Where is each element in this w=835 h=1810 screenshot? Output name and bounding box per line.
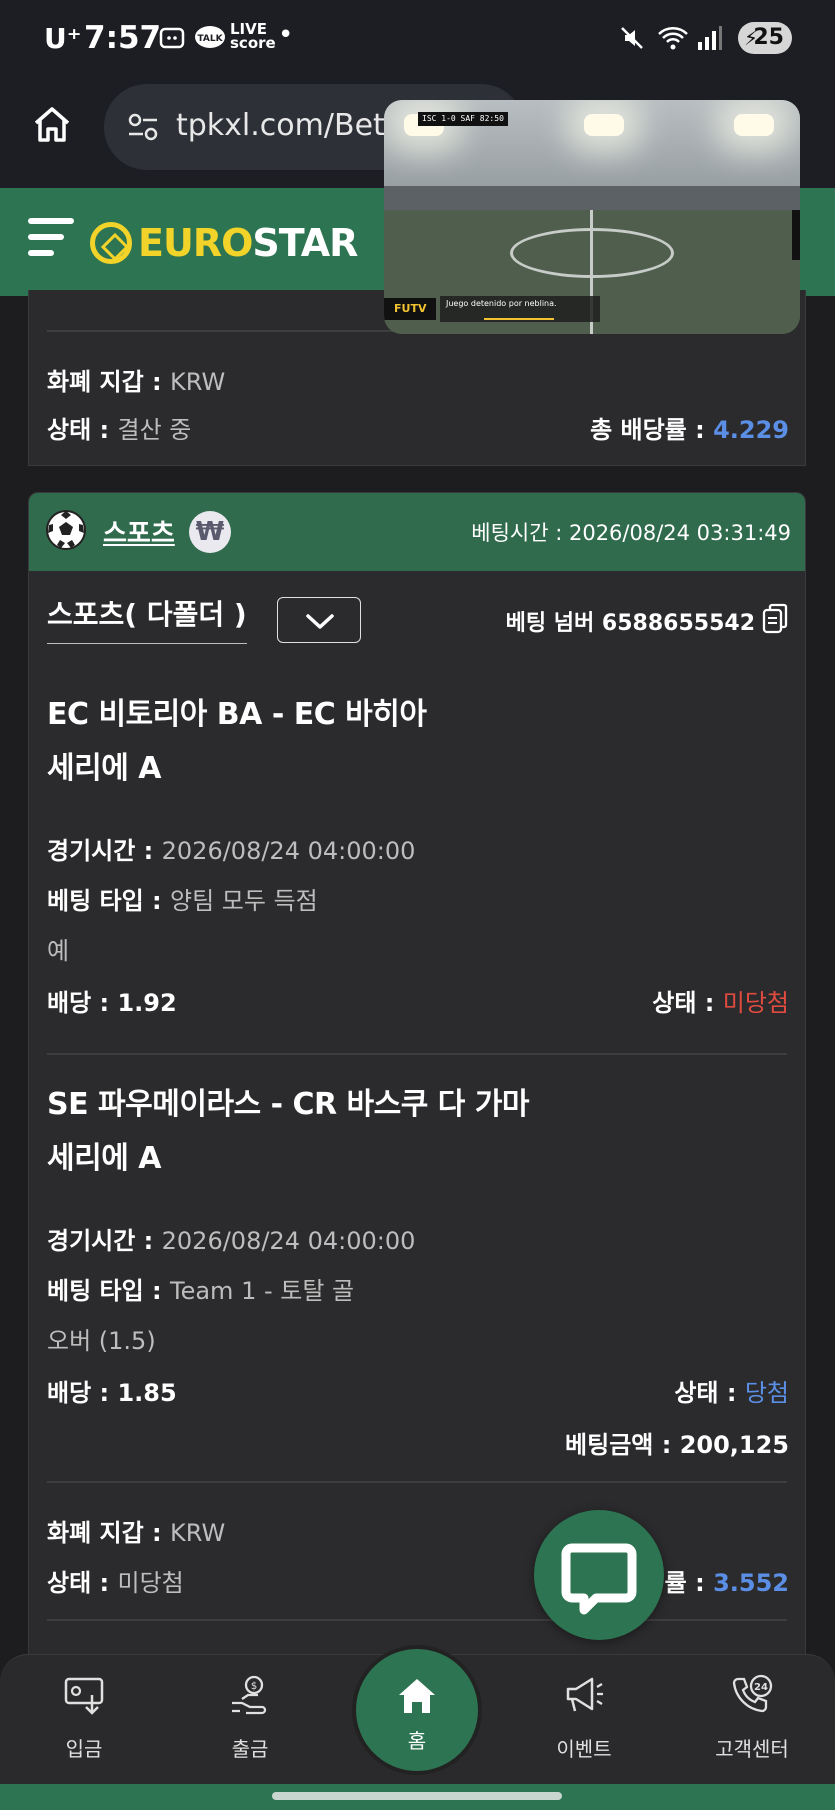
bet-amount-row: 베팅금액 : 200,125 bbox=[565, 1431, 789, 1459]
charging-icon: ⚡ bbox=[744, 26, 759, 50]
home-icon bbox=[34, 107, 70, 142]
logo-text-euro: EURO bbox=[138, 221, 253, 265]
dot-icon: • bbox=[278, 20, 294, 50]
odds-row: 배당 : 1.92 bbox=[47, 989, 177, 1017]
bet-type-row: 베팅 타입 : Team 1 - 토탈 골 bbox=[47, 1277, 355, 1305]
bet-time: 베팅시간 : 2026/08/24 03:31:49 bbox=[471, 521, 791, 545]
svg-text:TALK: TALK bbox=[197, 34, 223, 44]
logo-text-star: STAR bbox=[252, 221, 358, 265]
soccer-ball-icon bbox=[46, 510, 86, 550]
league-name: 세리에 A bbox=[47, 751, 161, 786]
svg-text:24: 24 bbox=[754, 1682, 768, 1693]
currency-row: 화폐 지갑 : KRW bbox=[47, 1519, 226, 1547]
status-time: 7:57 bbox=[84, 20, 162, 56]
nav-label: 고객센터 bbox=[715, 1737, 789, 1761]
league-name: 세리에 A bbox=[47, 1141, 161, 1176]
logo-mark-icon bbox=[90, 222, 132, 264]
nav-label: 이벤트 bbox=[556, 1737, 612, 1761]
system-nav-bar bbox=[0, 1784, 835, 1810]
selection-status-row: 상태 : 당첨 bbox=[674, 1379, 789, 1407]
video-center-circle bbox=[510, 228, 674, 278]
chat-button[interactable] bbox=[534, 1510, 664, 1640]
site-settings-icon[interactable] bbox=[126, 110, 160, 144]
megaphone-icon bbox=[566, 1677, 603, 1712]
selection-status-row: 상태 : 미당첨 bbox=[652, 989, 789, 1017]
nav-home[interactable]: 홈 bbox=[352, 1645, 482, 1775]
currency-row: 화폐 지갑 : KRW bbox=[47, 368, 226, 396]
odds-row: 배당 : 1.85 bbox=[47, 1379, 177, 1407]
nav-events[interactable]: 이벤트 bbox=[524, 1673, 644, 1762]
match-time-row: 경기시간 : 2026/08/24 04:00:00 bbox=[47, 1227, 416, 1255]
video-caption-bar bbox=[484, 318, 554, 320]
chat-bubble-icon bbox=[561, 1543, 637, 1615]
carrier-label: U⁺ bbox=[44, 22, 82, 55]
bet-card: 스포츠 ₩ 베팅시간 : 2026/08/24 03:31:49 스포츠( 다폴… bbox=[28, 492, 806, 1722]
expand-dropdown-button[interactable] bbox=[277, 597, 361, 643]
total-odds-value: 4.229 bbox=[713, 416, 789, 444]
nav-deposit[interactable]: 입금 bbox=[24, 1673, 144, 1762]
bet-number: 베팅 넘버 6588655542 bbox=[505, 611, 755, 636]
total-odds-row: 률 : 3.552 bbox=[664, 1569, 789, 1597]
nav-support[interactable]: 24 고객센터 bbox=[692, 1673, 812, 1762]
video-scorebug: ISC 1-0 SAF 82:50 bbox=[418, 112, 508, 126]
divider bbox=[47, 1481, 787, 1483]
divider bbox=[47, 1053, 787, 1055]
floodlight bbox=[734, 114, 774, 136]
nav-label: 출금 bbox=[231, 1737, 269, 1761]
sports-category-link[interactable]: 스포츠 bbox=[103, 513, 175, 550]
divider bbox=[47, 1619, 787, 1621]
deposit-icon bbox=[64, 1677, 104, 1715]
talk-icon: TALK bbox=[194, 24, 226, 58]
match-title: SE 파우메이라스 - CR 바스쿠 다 가마 bbox=[47, 1087, 530, 1122]
home-icon bbox=[399, 1679, 435, 1713]
pick-row: 예 bbox=[47, 937, 70, 965]
nav-label: 입금 bbox=[65, 1737, 103, 1761]
withdraw-icon: $ bbox=[232, 1675, 267, 1715]
wifi-icon bbox=[656, 24, 690, 58]
bet-card-header: 스포츠 ₩ 베팅시간 : 2026/08/24 03:31:49 bbox=[29, 493, 805, 571]
floodlight bbox=[584, 114, 624, 136]
status-row: 상태 : 결산 중 bbox=[47, 416, 192, 444]
match-time-row: 경기시간 : 2026/08/24 04:00:00 bbox=[47, 837, 416, 865]
mute-icon bbox=[618, 24, 646, 58]
site-logo[interactable]: EURO STAR bbox=[90, 218, 358, 268]
home-indicator[interactable] bbox=[272, 1792, 562, 1800]
menu-icon[interactable] bbox=[28, 218, 76, 264]
status-row: 상태 : 미당첨 bbox=[47, 1569, 184, 1597]
svg-text:$: $ bbox=[251, 1681, 257, 1692]
total-odds-row: 총 배당률 : 4.229 bbox=[590, 416, 789, 444]
battery-indicator: ⚡ 25 bbox=[738, 22, 792, 54]
signal-icon bbox=[696, 24, 722, 58]
video-pip-player[interactable]: ISC 1-0 SAF 82:50 FUTV Juego detenido po… bbox=[384, 100, 800, 334]
livescore-icon: LIVE score bbox=[230, 20, 276, 52]
currency-value: KRW bbox=[170, 368, 226, 396]
status-value: 결산 중 bbox=[117, 416, 192, 444]
bet-type-row: 베팅 타입 : 양팀 모두 득점 bbox=[47, 887, 318, 915]
nav-withdraw[interactable]: $ 출금 bbox=[190, 1673, 310, 1762]
browser-home-button[interactable] bbox=[30, 102, 74, 146]
status-bar: U⁺ 7:57 TALK LIVE score • ⚡ 25 bbox=[0, 0, 835, 78]
support-24-icon: 24 bbox=[732, 1674, 773, 1713]
screen-icon bbox=[158, 24, 186, 58]
nav-label: 홈 bbox=[407, 1729, 427, 1753]
status-lost: 미당첨 bbox=[722, 989, 789, 1017]
bet-type-title: 스포츠( 다폴더 ) bbox=[47, 593, 247, 644]
match-title: EC 비토리아 BA - EC 바히아 bbox=[47, 697, 427, 732]
video-channel-logo: FUTV bbox=[384, 298, 437, 320]
video-stand bbox=[384, 186, 800, 212]
pick-row: 오버 (1.5) bbox=[47, 1327, 156, 1355]
video-edge bbox=[792, 210, 800, 260]
won-currency-icon: ₩ bbox=[189, 511, 231, 553]
chevron-down-icon bbox=[306, 614, 334, 629]
status-won: 당첨 bbox=[744, 1379, 789, 1407]
copy-icon[interactable] bbox=[761, 603, 789, 635]
